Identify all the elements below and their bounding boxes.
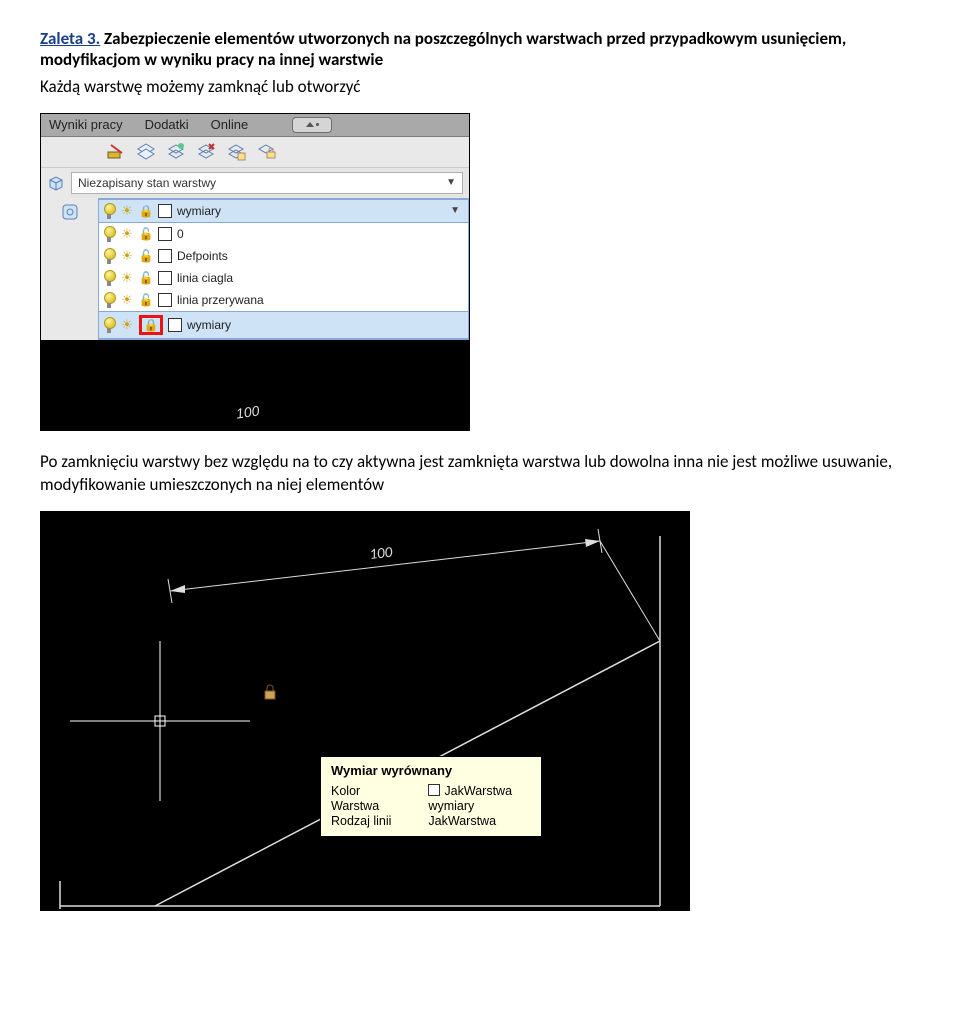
layers-icon[interactable] bbox=[135, 141, 157, 163]
screenshot-layers: Wyniki pracy Dodatki Online bbox=[40, 113, 470, 431]
color-swatch[interactable] bbox=[168, 318, 182, 332]
bulb-icon[interactable] bbox=[103, 203, 115, 219]
chevron-down-icon: ▼ bbox=[446, 177, 456, 188]
tooltip-value: JakWarstwa bbox=[428, 784, 531, 798]
cube-icon[interactable] bbox=[45, 172, 67, 194]
bulb-icon[interactable] bbox=[103, 270, 115, 286]
dimension-label: 100 bbox=[235, 402, 260, 421]
menu-item[interactable]: Wyniki pracy bbox=[49, 117, 123, 132]
menubar: Wyniki pracy Dodatki Online bbox=[41, 114, 469, 137]
sun-icon[interactable]: ☀ bbox=[120, 204, 134, 218]
highlight-box: 🔒 bbox=[139, 315, 163, 335]
tooltip-key: Kolor bbox=[331, 784, 410, 798]
lock-open-icon[interactable]: 🔓 bbox=[139, 293, 153, 307]
layer-name: linia ciagla bbox=[177, 271, 233, 285]
toolbar-row bbox=[41, 137, 469, 168]
layer-name: Defpoints bbox=[177, 249, 228, 263]
menu-item[interactable]: Dodatki bbox=[145, 117, 189, 132]
sun-icon[interactable]: ☀ bbox=[120, 249, 134, 263]
tooltip: Wymiar wyrównany Kolor JakWarstwa Warstw… bbox=[320, 756, 542, 837]
tooltip-value: wymiary bbox=[428, 799, 531, 813]
layers-state-icon[interactable] bbox=[225, 141, 247, 163]
layers-remove-icon[interactable] bbox=[195, 141, 217, 163]
layer-row[interactable]: ☀ 🔓 linia przerywana bbox=[99, 289, 468, 311]
bulb-icon[interactable] bbox=[103, 248, 115, 264]
title-label: Zaleta 3. bbox=[40, 28, 100, 49]
sun-icon[interactable]: ☀ bbox=[120, 227, 134, 241]
sun-icon[interactable]: ☀ bbox=[120, 318, 134, 332]
color-swatch[interactable] bbox=[158, 249, 172, 263]
layer-name: 0 bbox=[177, 227, 184, 241]
tooltip-key: Warstwa bbox=[331, 799, 410, 813]
paragraph-2: Po zamknięciu warstwy bez względu na to … bbox=[40, 451, 920, 497]
color-swatch-icon bbox=[428, 784, 440, 796]
tooltip-title: Wymiar wyrównany bbox=[331, 763, 531, 778]
canvas-area: 100 bbox=[41, 340, 469, 430]
lock-open-icon[interactable]: 🔓 bbox=[139, 227, 153, 241]
sun-icon[interactable]: ☀ bbox=[120, 271, 134, 285]
layer-row[interactable]: ☀ 🔓 Defpoints bbox=[99, 245, 468, 267]
lock-closed-icon[interactable]: 🔒 bbox=[139, 204, 153, 218]
title-rest: Zabezpieczenie elementów utworzonych na … bbox=[40, 28, 846, 70]
layer-name: linia przerywana bbox=[177, 293, 264, 307]
layers-dropdown[interactable]: ☀ 🔒 wymiary ▼ ☀ 🔓 0 ☀ 🔓 Defpoints bbox=[98, 198, 469, 340]
layer-row[interactable]: ☀ 🔒 wymiary bbox=[99, 311, 468, 339]
menu-item[interactable]: Online bbox=[211, 117, 249, 132]
color-swatch[interactable] bbox=[158, 271, 172, 285]
layer-row[interactable]: ☀ 🔓 linia ciagla bbox=[99, 267, 468, 289]
lock-open-icon[interactable]: 🔓 bbox=[139, 271, 153, 285]
panel-toggle-icon[interactable] bbox=[292, 117, 332, 133]
bulb-icon[interactable] bbox=[103, 317, 115, 333]
paragraph-1: Każdą warstwę możemy zamknąć lub otworzy… bbox=[40, 76, 920, 99]
layers-add-icon[interactable] bbox=[165, 141, 187, 163]
layer-state-dropdown[interactable]: Niezapisany stan warstwy ▼ bbox=[71, 172, 463, 194]
dimension-text: 100 bbox=[369, 543, 394, 563]
bulb-icon[interactable] bbox=[103, 292, 115, 308]
tool-icon[interactable] bbox=[105, 141, 127, 163]
color-swatch[interactable] bbox=[158, 227, 172, 241]
tooltip-value: JakWarstwa bbox=[428, 814, 531, 828]
color-swatch[interactable] bbox=[158, 293, 172, 307]
canvas-svg: 100 bbox=[40, 511, 690, 911]
layers-lock-icon[interactable] bbox=[255, 141, 277, 163]
lock-open-icon[interactable]: 🔓 bbox=[139, 249, 153, 263]
lock-closed-icon[interactable]: 🔒 bbox=[144, 318, 158, 332]
layer-name: wymiary bbox=[187, 318, 231, 332]
left-tool-strip bbox=[41, 198, 98, 340]
color-swatch[interactable] bbox=[158, 204, 172, 218]
screenshot-canvas: 100 Wymiar wyrównany Kolor JakWarstwa Wa… bbox=[40, 511, 690, 911]
tool-icon[interactable] bbox=[59, 201, 81, 223]
sun-icon[interactable]: ☀ bbox=[120, 293, 134, 307]
title-line: Zaleta 3. Zabezpieczenie elementów utwor… bbox=[40, 28, 920, 70]
layer-row[interactable]: ☀ 🔓 0 bbox=[99, 223, 468, 245]
tooltip-key: Rodzaj linii bbox=[331, 814, 410, 828]
toolbar-row-2: Niezapisany stan warstwy ▼ bbox=[41, 168, 469, 198]
layer-row[interactable]: ☀ 🔒 wymiary ▼ bbox=[99, 199, 468, 223]
chevron-down-icon: ▼ bbox=[450, 205, 460, 216]
bulb-icon[interactable] bbox=[103, 226, 115, 242]
layer-name: wymiary bbox=[177, 204, 221, 218]
